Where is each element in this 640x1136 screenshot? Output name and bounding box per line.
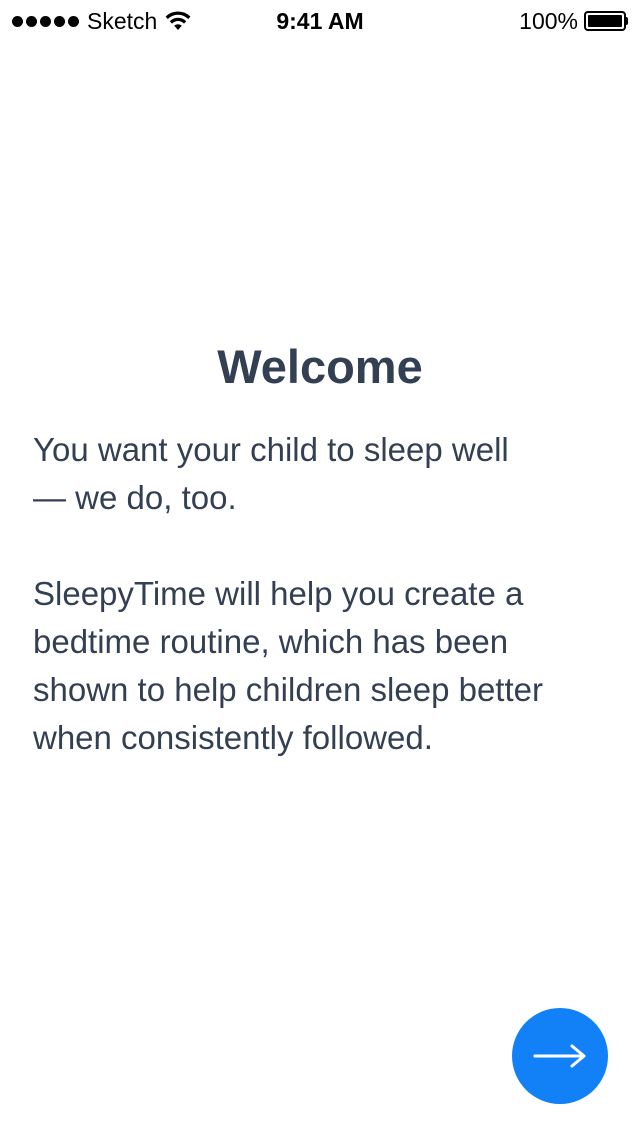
arrow-right-icon bbox=[533, 1044, 586, 1068]
welcome-title: Welcome bbox=[217, 340, 423, 393]
description-line: shown to help children sleep better bbox=[33, 671, 543, 708]
description-paragraph: SleepyTime will help you create a bedtim… bbox=[33, 570, 623, 762]
intro-line: You want your child to sleep well bbox=[33, 431, 509, 468]
intro-paragraph: You want your child to sleep well — we d… bbox=[33, 426, 623, 522]
status-bar-right: 100% bbox=[519, 8, 628, 34]
battery-percentage: 100% bbox=[519, 7, 578, 34]
intro-line: — we do, too. bbox=[33, 479, 237, 516]
next-button[interactable] bbox=[512, 1008, 608, 1104]
battery-fill bbox=[588, 15, 622, 27]
battery-icon bbox=[584, 11, 628, 31]
description-line: when consistently followed. bbox=[33, 719, 433, 756]
description-line: SleepyTime will help you create a bbox=[33, 575, 524, 612]
description-line: bedtime routine, which has been bbox=[33, 623, 509, 660]
status-bar: Sketch 9:41 AM 100% bbox=[0, 0, 640, 40]
welcome-body: You want your child to sleep well — we d… bbox=[33, 426, 623, 762]
